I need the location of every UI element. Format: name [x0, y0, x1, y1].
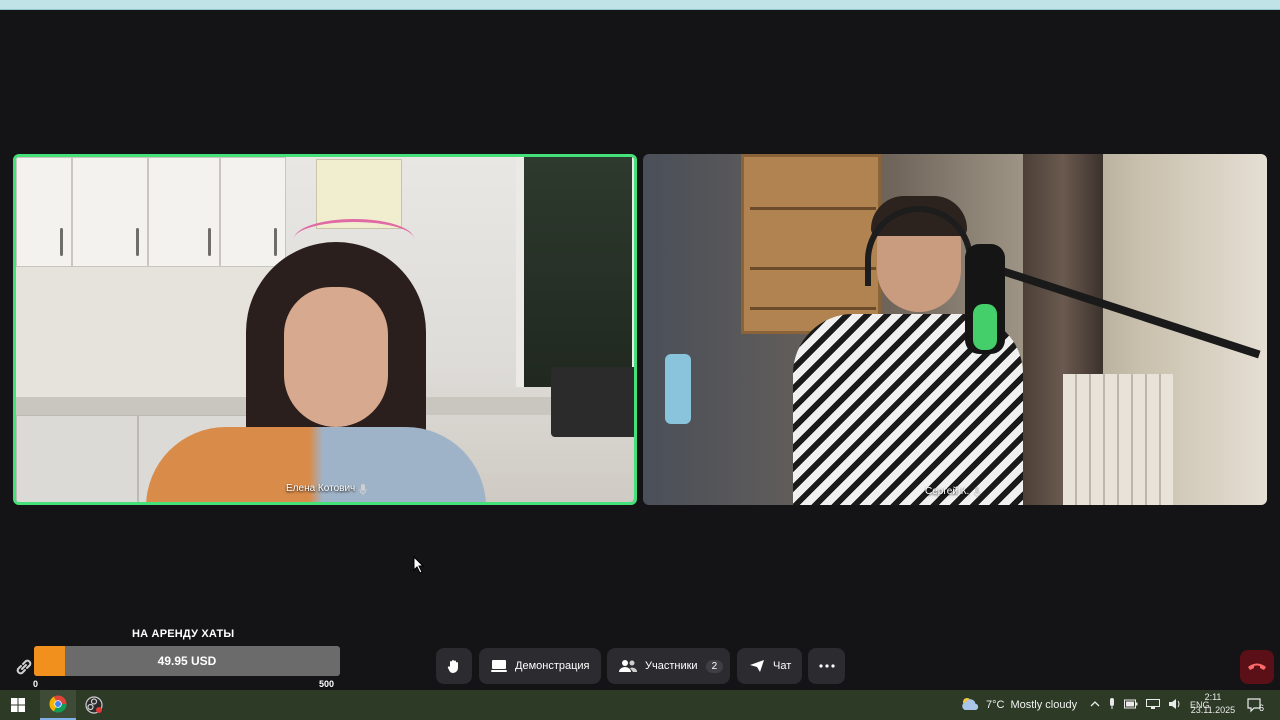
window — [516, 157, 634, 387]
weather-widget[interactable]: 7°C Mostly cloudy — [960, 690, 1077, 720]
speaker-volume-icon[interactable] — [1168, 698, 1182, 712]
donation-title: НА АРЕНДУ ХАТЫ — [132, 628, 235, 640]
radiator — [1063, 374, 1173, 505]
chat-label: Чат — [773, 660, 792, 672]
battery-icon[interactable] — [1124, 699, 1138, 711]
kitchen-cabinet — [220, 157, 286, 267]
cloudy-weather-icon — [960, 696, 980, 715]
video-feed-sergey — [643, 154, 1267, 505]
send-arrow-icon — [749, 659, 765, 673]
clock-date: 23.11.2025 — [1190, 705, 1236, 715]
lower-cabinet — [16, 415, 138, 502]
chevron-up-icon[interactable] — [1090, 700, 1100, 710]
notification-icon — [1246, 698, 1268, 719]
participant-name-tag: Сергей К. — [919, 483, 987, 501]
bookshelf — [741, 154, 881, 334]
kitchen-cabinet — [16, 157, 72, 267]
more-dots-icon — [818, 664, 835, 668]
windows-taskbar: 7°C Mostly cloudy ENG — [0, 690, 1280, 720]
phone-hangup-icon — [1247, 658, 1267, 676]
windows-start-icon[interactable] — [0, 690, 36, 720]
kitchen-cabinet — [72, 157, 148, 267]
notification-count: 6 — [1259, 703, 1265, 713]
kitchen-cabinet — [148, 157, 220, 267]
video-tile-sergey[interactable]: Сергей К. — [643, 154, 1267, 505]
participant-name: Елена Котович — [286, 483, 356, 494]
donation-min: 0 — [33, 679, 39, 689]
participants-button[interactable]: Участники 2 — [607, 648, 730, 684]
participant-face — [284, 287, 388, 427]
hand-icon — [446, 658, 462, 674]
obs-record-icon[interactable] — [76, 690, 112, 720]
donation-amount: 49.95 USD — [157, 654, 217, 668]
donation-max: 500 — [319, 679, 335, 689]
link-icon[interactable] — [12, 655, 36, 679]
chrome-icon[interactable] — [40, 690, 76, 720]
cat-ears-headband — [294, 219, 414, 259]
microphone-icon — [359, 483, 367, 495]
participants-label: Участники — [645, 660, 698, 672]
screen-share-label: Демонстрация — [515, 660, 590, 672]
raise-hand-button[interactable] — [436, 648, 472, 684]
video-tile-elena[interactable]: Елена Котович — [13, 154, 637, 505]
mouse-cursor-icon — [413, 555, 425, 579]
taskbar-clock[interactable]: 2:11 23.11.2025 — [1188, 691, 1238, 717]
top-browser-strip — [0, 0, 1280, 10]
participant-name-tag: Елена Котович — [280, 480, 373, 498]
stove — [551, 367, 634, 437]
microphone-tray-icon[interactable] — [1108, 698, 1116, 712]
weather-temperature: 7°C — [986, 699, 1005, 711]
screen-share-icon — [491, 659, 507, 673]
donation-progress-bar: 49.95 USD — [34, 646, 340, 676]
participants-icon — [619, 659, 637, 673]
video-feed-elena — [16, 157, 634, 502]
participants-count-badge: 2 — [705, 659, 724, 673]
water-bottle — [665, 354, 691, 424]
clock-time: 2:11 — [1204, 692, 1222, 702]
screen-share-button[interactable]: Демонстрация — [479, 648, 601, 684]
chat-button[interactable]: Чат — [737, 648, 802, 684]
hang-up-button[interactable] — [1240, 650, 1274, 684]
network-icon[interactable] — [1146, 699, 1160, 711]
notifications-button[interactable]: 6 — [1246, 697, 1268, 715]
mic-light — [973, 304, 997, 350]
microphone-icon — [973, 486, 981, 498]
more-options-button[interactable] — [808, 648, 845, 684]
participant-name: Сергей К. — [925, 486, 970, 497]
weather-description: Mostly cloudy — [1010, 699, 1078, 711]
